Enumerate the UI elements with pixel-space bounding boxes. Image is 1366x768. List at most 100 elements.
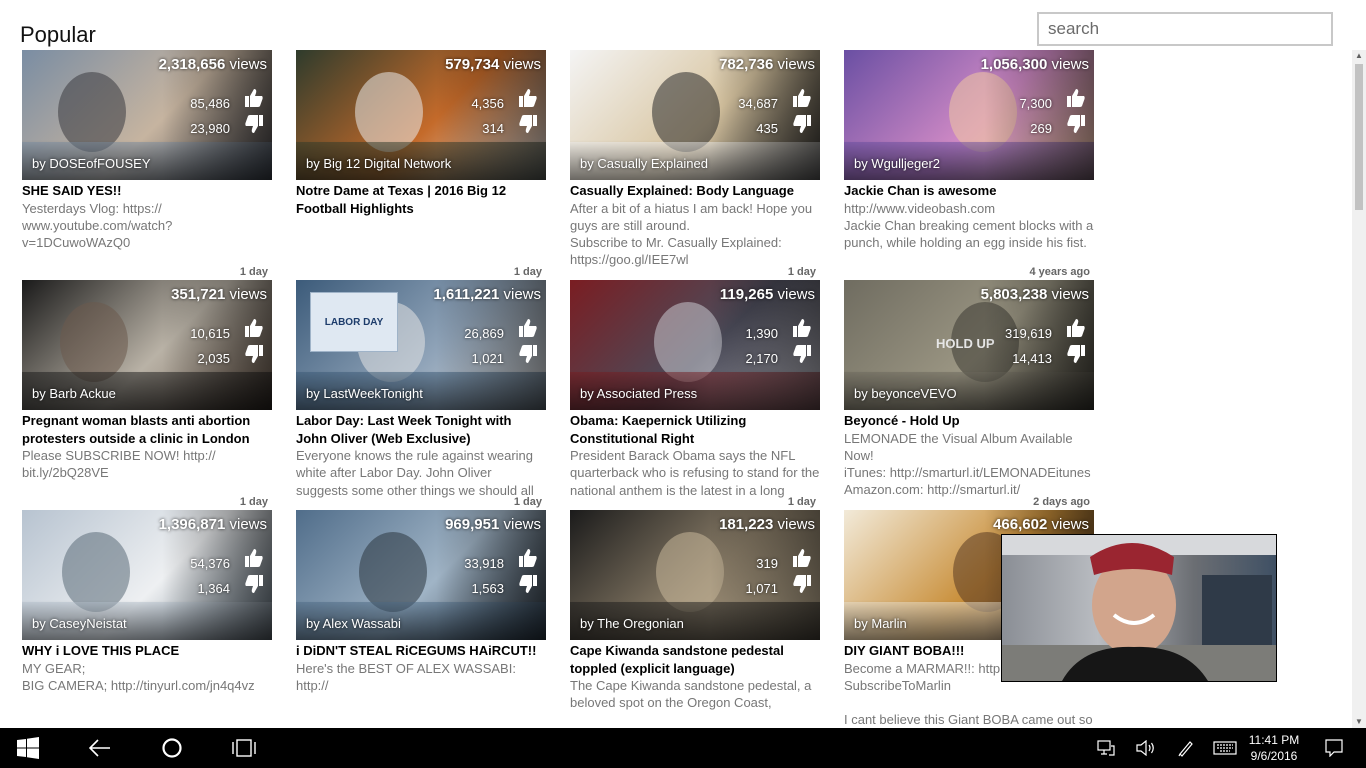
thumbs-down-icon[interactable]	[1066, 114, 1086, 134]
channel-name: DOSEofFOUSEY	[49, 156, 151, 171]
keyboard-icon[interactable]	[1210, 728, 1240, 768]
thumbs-up-icon[interactable]	[792, 548, 812, 568]
video-thumbnail[interactable]: 1,396,871 views 54,376 1,364 by CaseyNeista…	[22, 510, 272, 640]
video-title[interactable]: Jackie Chan is awesome	[844, 182, 1094, 200]
scroll-down-arrow-icon[interactable]: ▼	[1352, 716, 1366, 728]
thumbs-down-icon[interactable]	[792, 114, 812, 134]
thumbs-down-icon[interactable]	[244, 114, 264, 134]
video-title[interactable]: i DiDN'T STEAL RiCEGUMS HAiRCUT!!	[296, 642, 546, 660]
thumbs-up-icon[interactable]	[244, 88, 264, 108]
view-count-label: views	[229, 516, 267, 533]
video-title[interactable]: SHE SAID YES!!	[22, 182, 272, 200]
video-card[interactable]: 782,736 views 34,687 435 by Casually Explai…	[570, 50, 820, 269]
video-title[interactable]: WHY i LOVE THIS PLACE	[22, 642, 272, 660]
thumbs-down-icon[interactable]	[518, 574, 538, 594]
network-icon[interactable]	[1094, 728, 1118, 768]
video-title[interactable]: Beyoncé - Hold Up	[844, 412, 1094, 430]
channel-byline[interactable]: by Alex Wassabi	[306, 616, 401, 631]
video-thumbnail[interactable]: 782,736 views 34,687 435 by Casually Explai…	[570, 50, 820, 180]
notifications-icon[interactable]	[1322, 728, 1346, 768]
view-count-number: 579,734	[445, 56, 500, 73]
video-card[interactable]: 351,721 views 10,615 2,035 by Barb Ackue Pre…	[22, 280, 272, 482]
view-count: 1,396,871 views	[159, 516, 267, 533]
vertical-scrollbar[interactable]: ▲ ▼	[1352, 50, 1366, 728]
task-view-icon[interactable]	[226, 728, 262, 768]
video-card[interactable]: HOLD UP 5,803,238 views 319,619 14,413 by be…	[844, 280, 1094, 499]
channel-byline[interactable]: by Big 12 Digital Network	[306, 156, 451, 171]
thumbs-down-icon[interactable]	[792, 344, 812, 364]
video-thumbnail[interactable]: 2,318,656 views 85,486 23,980 by DOSEofFOUS…	[22, 50, 272, 180]
video-title[interactable]: Notre Dame at Texas | 2016 Big 12 Footba…	[296, 182, 546, 217]
video-card[interactable]: 2,318,656 views 85,486 23,980 by DOSEofFOUS…	[22, 50, 272, 251]
thumbs-down-icon[interactable]	[244, 344, 264, 364]
video-title[interactable]: Labor Day: Last Week Tonight with John O…	[296, 412, 546, 447]
by-label: by	[32, 386, 46, 401]
channel-byline[interactable]: by beyonceVEVO	[854, 386, 957, 401]
back-arrow-icon[interactable]	[82, 728, 118, 768]
channel-byline[interactable]: by Marlin	[854, 616, 907, 631]
video-description: Everyone knows the rule against wearing …	[296, 448, 534, 498]
video-description: MY GEAR; BIG CAMERA; http://tinyurl.com/…	[22, 660, 255, 693]
video-card[interactable]: LABOR DAY 1,611,221 views 26,869 1,021 by La…	[296, 280, 546, 499]
search-input[interactable]	[1037, 12, 1333, 46]
video-title[interactable]: Obama: Kaepernick Utilizing Constitution…	[570, 412, 820, 447]
channel-byline[interactable]: by Barb Ackue	[32, 386, 116, 401]
view-count-label: views	[1051, 56, 1089, 73]
video-card[interactable]: 181,223 views 319 1,071 by The Oregonian Cap…	[570, 510, 820, 712]
channel-byline[interactable]: by DOSEofFOUSEY	[32, 156, 151, 171]
windows-start-icon[interactable]	[10, 728, 46, 768]
volume-icon[interactable]	[1134, 728, 1158, 768]
channel-byline[interactable]: by Casually Explained	[580, 156, 708, 171]
thumbs-up-icon[interactable]	[1066, 88, 1086, 108]
video-thumbnail[interactable]: 579,734 views 4,356 314 by Big 12 Digital N…	[296, 50, 546, 180]
thumbs-down-icon[interactable]	[1066, 344, 1086, 364]
video-card[interactable]: 1,396,871 views 54,376 1,364 by CaseyNeista…	[22, 510, 272, 695]
video-thumbnail[interactable]: HOLD UP 5,803,238 views 319,619 14,413 by be…	[844, 280, 1094, 410]
view-count: 351,721 views	[171, 286, 267, 303]
view-count: 466,602 views	[993, 516, 1089, 533]
thumbs-up-icon[interactable]	[518, 88, 538, 108]
video-thumbnail[interactable]: 181,223 views 319 1,071 by The Oregonian	[570, 510, 820, 640]
scroll-up-arrow-icon[interactable]: ▲	[1352, 50, 1366, 62]
thumbs-up-icon[interactable]	[1066, 318, 1086, 338]
view-count: 579,734 views	[445, 56, 541, 73]
pen-icon[interactable]	[1174, 728, 1198, 768]
thumbs-up-icon[interactable]	[792, 318, 812, 338]
video-card[interactable]: 1,056,300 views 7,300 269 by Wgulljeger2 Jac…	[844, 50, 1094, 251]
cortana-circle-icon[interactable]	[154, 728, 190, 768]
thumbs-down-icon[interactable]	[518, 114, 538, 134]
channel-byline[interactable]: by Associated Press	[580, 386, 697, 401]
thumbs-up-icon[interactable]	[518, 318, 538, 338]
video-title[interactable]: Pregnant woman blasts anti abortion prot…	[22, 412, 272, 447]
system-clock[interactable]: 11:41 PM 9/6/2016	[1240, 732, 1308, 764]
channel-name: Wgulljeger2	[871, 156, 941, 171]
picture-in-picture-video[interactable]	[1001, 534, 1277, 682]
video-card[interactable]: 579,734 views 4,356 314 by Big 12 Digital N…	[296, 50, 546, 217]
thumbs-down-icon[interactable]	[518, 344, 538, 364]
video-title[interactable]: Cape Kiwanda sandstone pedestal toppled …	[570, 642, 820, 677]
video-thumbnail[interactable]: 1,056,300 views 7,300 269 by Wgulljeger2	[844, 50, 1094, 180]
channel-byline[interactable]: by LastWeekTonight	[306, 386, 423, 401]
thumbs-up-icon[interactable]	[244, 548, 264, 568]
view-count-number: 2,318,656	[158, 56, 226, 73]
video-thumbnail[interactable]: LABOR DAY 1,611,221 views 26,869 1,021 by La…	[296, 280, 546, 410]
channel-byline[interactable]: by CaseyNeistat	[32, 616, 127, 631]
video-card[interactable]: 969,951 views 33,918 1,563 by Alex Wassabi i…	[296, 510, 546, 695]
channel-byline[interactable]: by Wgulljeger2	[854, 156, 940, 171]
channel-byline[interactable]: by The Oregonian	[580, 616, 684, 631]
thumbs-up-icon[interactable]	[244, 318, 264, 338]
video-thumbnail[interactable]: 969,951 views 33,918 1,563 by Alex Wassabi	[296, 510, 546, 640]
video-thumbnail[interactable]: 351,721 views 10,615 2,035 by Barb Ackue	[22, 280, 272, 410]
thumbs-down-icon[interactable]	[792, 574, 812, 594]
video-card[interactable]: 119,265 views 1,390 2,170 by Associated Pre…	[570, 280, 820, 499]
like-count: 85,486	[190, 96, 230, 111]
scroll-thumb[interactable]	[1355, 64, 1363, 210]
thumbs-up-icon[interactable]	[518, 548, 538, 568]
view-count: 2,318,656 views	[159, 56, 267, 73]
video-thumbnail[interactable]: 119,265 views 1,390 2,170 by Associated Pre…	[570, 280, 820, 410]
video-title[interactable]: Casually Explained: Body Language	[570, 182, 820, 200]
thumbs-up-icon[interactable]	[792, 88, 812, 108]
video-description: LEMONADE the Visual Album Available Now!…	[844, 430, 1091, 498]
thumbs-down-icon[interactable]	[244, 574, 264, 594]
view-count: 5,803,238 views	[981, 286, 1089, 303]
